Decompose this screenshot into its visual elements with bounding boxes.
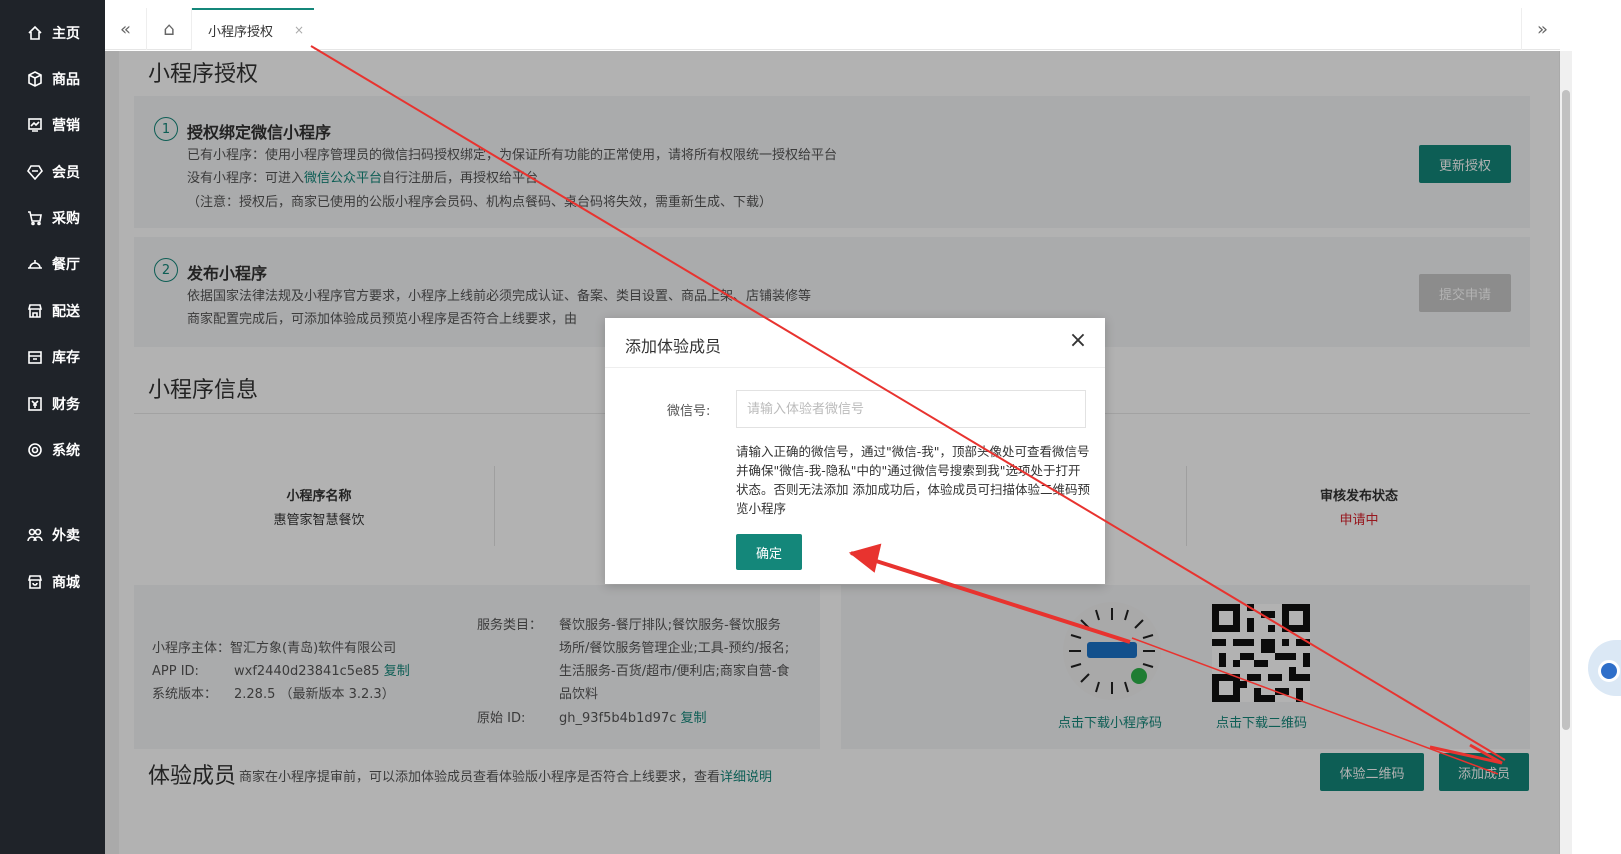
sidebar-item-delivery[interactable]: 配送 bbox=[0, 293, 105, 329]
sidebar-item-marketing[interactable]: 营销 bbox=[0, 107, 105, 143]
sidebar-item-members[interactable]: 会员 bbox=[0, 154, 105, 190]
dialog-tip: 请输入正确的微信号，通过"微信-我"，顶部头像处可查看微信号并确保"微信-我-隐… bbox=[736, 444, 1090, 516]
scroll-left-button[interactable]: « bbox=[105, 8, 147, 50]
diamond-icon bbox=[26, 163, 44, 181]
double-chevron-right-icon: » bbox=[1536, 18, 1548, 40]
sidebar-item-restaurant[interactable]: 餐厅 bbox=[0, 246, 105, 282]
sidebar-item-label: 商城 bbox=[52, 575, 80, 591]
cube-icon bbox=[26, 70, 44, 88]
close-icon[interactable]: × bbox=[294, 23, 304, 37]
close-icon[interactable]: × bbox=[1065, 328, 1091, 354]
home-tab-button[interactable]: ⌂ bbox=[147, 8, 192, 50]
home-icon: ⌂ bbox=[163, 18, 175, 40]
sidebar-item-label: 库存 bbox=[52, 350, 80, 366]
money-icon bbox=[26, 395, 44, 413]
dialog-header: 添加体验成员 × bbox=[605, 318, 1105, 368]
sidebar-item-label: 外卖 bbox=[52, 528, 80, 544]
sidebar-item-label: 营销 bbox=[52, 118, 80, 134]
chart-icon bbox=[26, 116, 44, 134]
store-icon bbox=[26, 302, 44, 320]
sidebar-item-label: 配送 bbox=[52, 304, 80, 320]
sidebar-item-home[interactable]: 主页 bbox=[0, 15, 105, 51]
home-icon bbox=[26, 24, 44, 42]
sidebar-item-system[interactable]: 系统 bbox=[0, 432, 105, 468]
sidebar: 主页 商品 营销 会员 采购 餐厅 配送 库存 财务 系统 外卖 商城 bbox=[0, 0, 105, 854]
logo bbox=[0, 0, 105, 14]
sidebar-item-label: 系统 bbox=[52, 443, 80, 459]
sidebar-item-purchase[interactable]: 采购 bbox=[0, 200, 105, 236]
sidebar-item-label: 会员 bbox=[52, 165, 80, 181]
page-scrollbar bbox=[1560, 0, 1621, 854]
people-icon bbox=[26, 526, 44, 544]
sidebar-item-label: 主页 bbox=[52, 26, 80, 42]
sidebar-item-takeout[interactable]: 外卖 bbox=[0, 517, 105, 553]
wechat-id-label: 微信号: bbox=[667, 404, 711, 419]
dialog-title: 添加体验成员 bbox=[625, 337, 722, 356]
box-icon bbox=[26, 348, 44, 366]
sidebar-item-inventory[interactable]: 库存 bbox=[0, 339, 105, 375]
sidebar-item-mall[interactable]: 商城 bbox=[0, 564, 105, 600]
gear-icon bbox=[26, 441, 44, 459]
scroll-right-button[interactable]: » bbox=[1521, 8, 1563, 50]
sidebar-item-label: 商品 bbox=[52, 72, 80, 88]
cart-icon bbox=[26, 209, 44, 227]
tab-label: 小程序授权 bbox=[208, 24, 274, 40]
dish-icon bbox=[26, 255, 44, 273]
tab-miniprogram-auth[interactable]: 小程序授权 × bbox=[192, 8, 314, 50]
confirm-button[interactable]: 确定 bbox=[736, 534, 802, 570]
add-member-dialog: 添加体验成员 × 微信号: 请输入正确的微信号，通过"微信-我"，顶部头像处可查… bbox=[605, 318, 1105, 584]
tab-bar: « ⌂ 小程序授权 × bbox=[105, 8, 1621, 50]
sidebar-item-goods[interactable]: 商品 bbox=[0, 61, 105, 97]
sidebar-item-label: 餐厅 bbox=[52, 257, 80, 273]
double-chevron-left-icon: « bbox=[119, 18, 131, 40]
sidebar-item-label: 采购 bbox=[52, 211, 80, 227]
shop-icon bbox=[26, 573, 44, 591]
scrollbar-thumb[interactable] bbox=[1562, 90, 1570, 730]
sidebar-item-finance[interactable]: 财务 bbox=[0, 386, 105, 422]
sidebar-item-label: 财务 bbox=[52, 397, 80, 413]
wechat-id-input[interactable] bbox=[736, 390, 1086, 428]
top-strip bbox=[105, 0, 1621, 8]
